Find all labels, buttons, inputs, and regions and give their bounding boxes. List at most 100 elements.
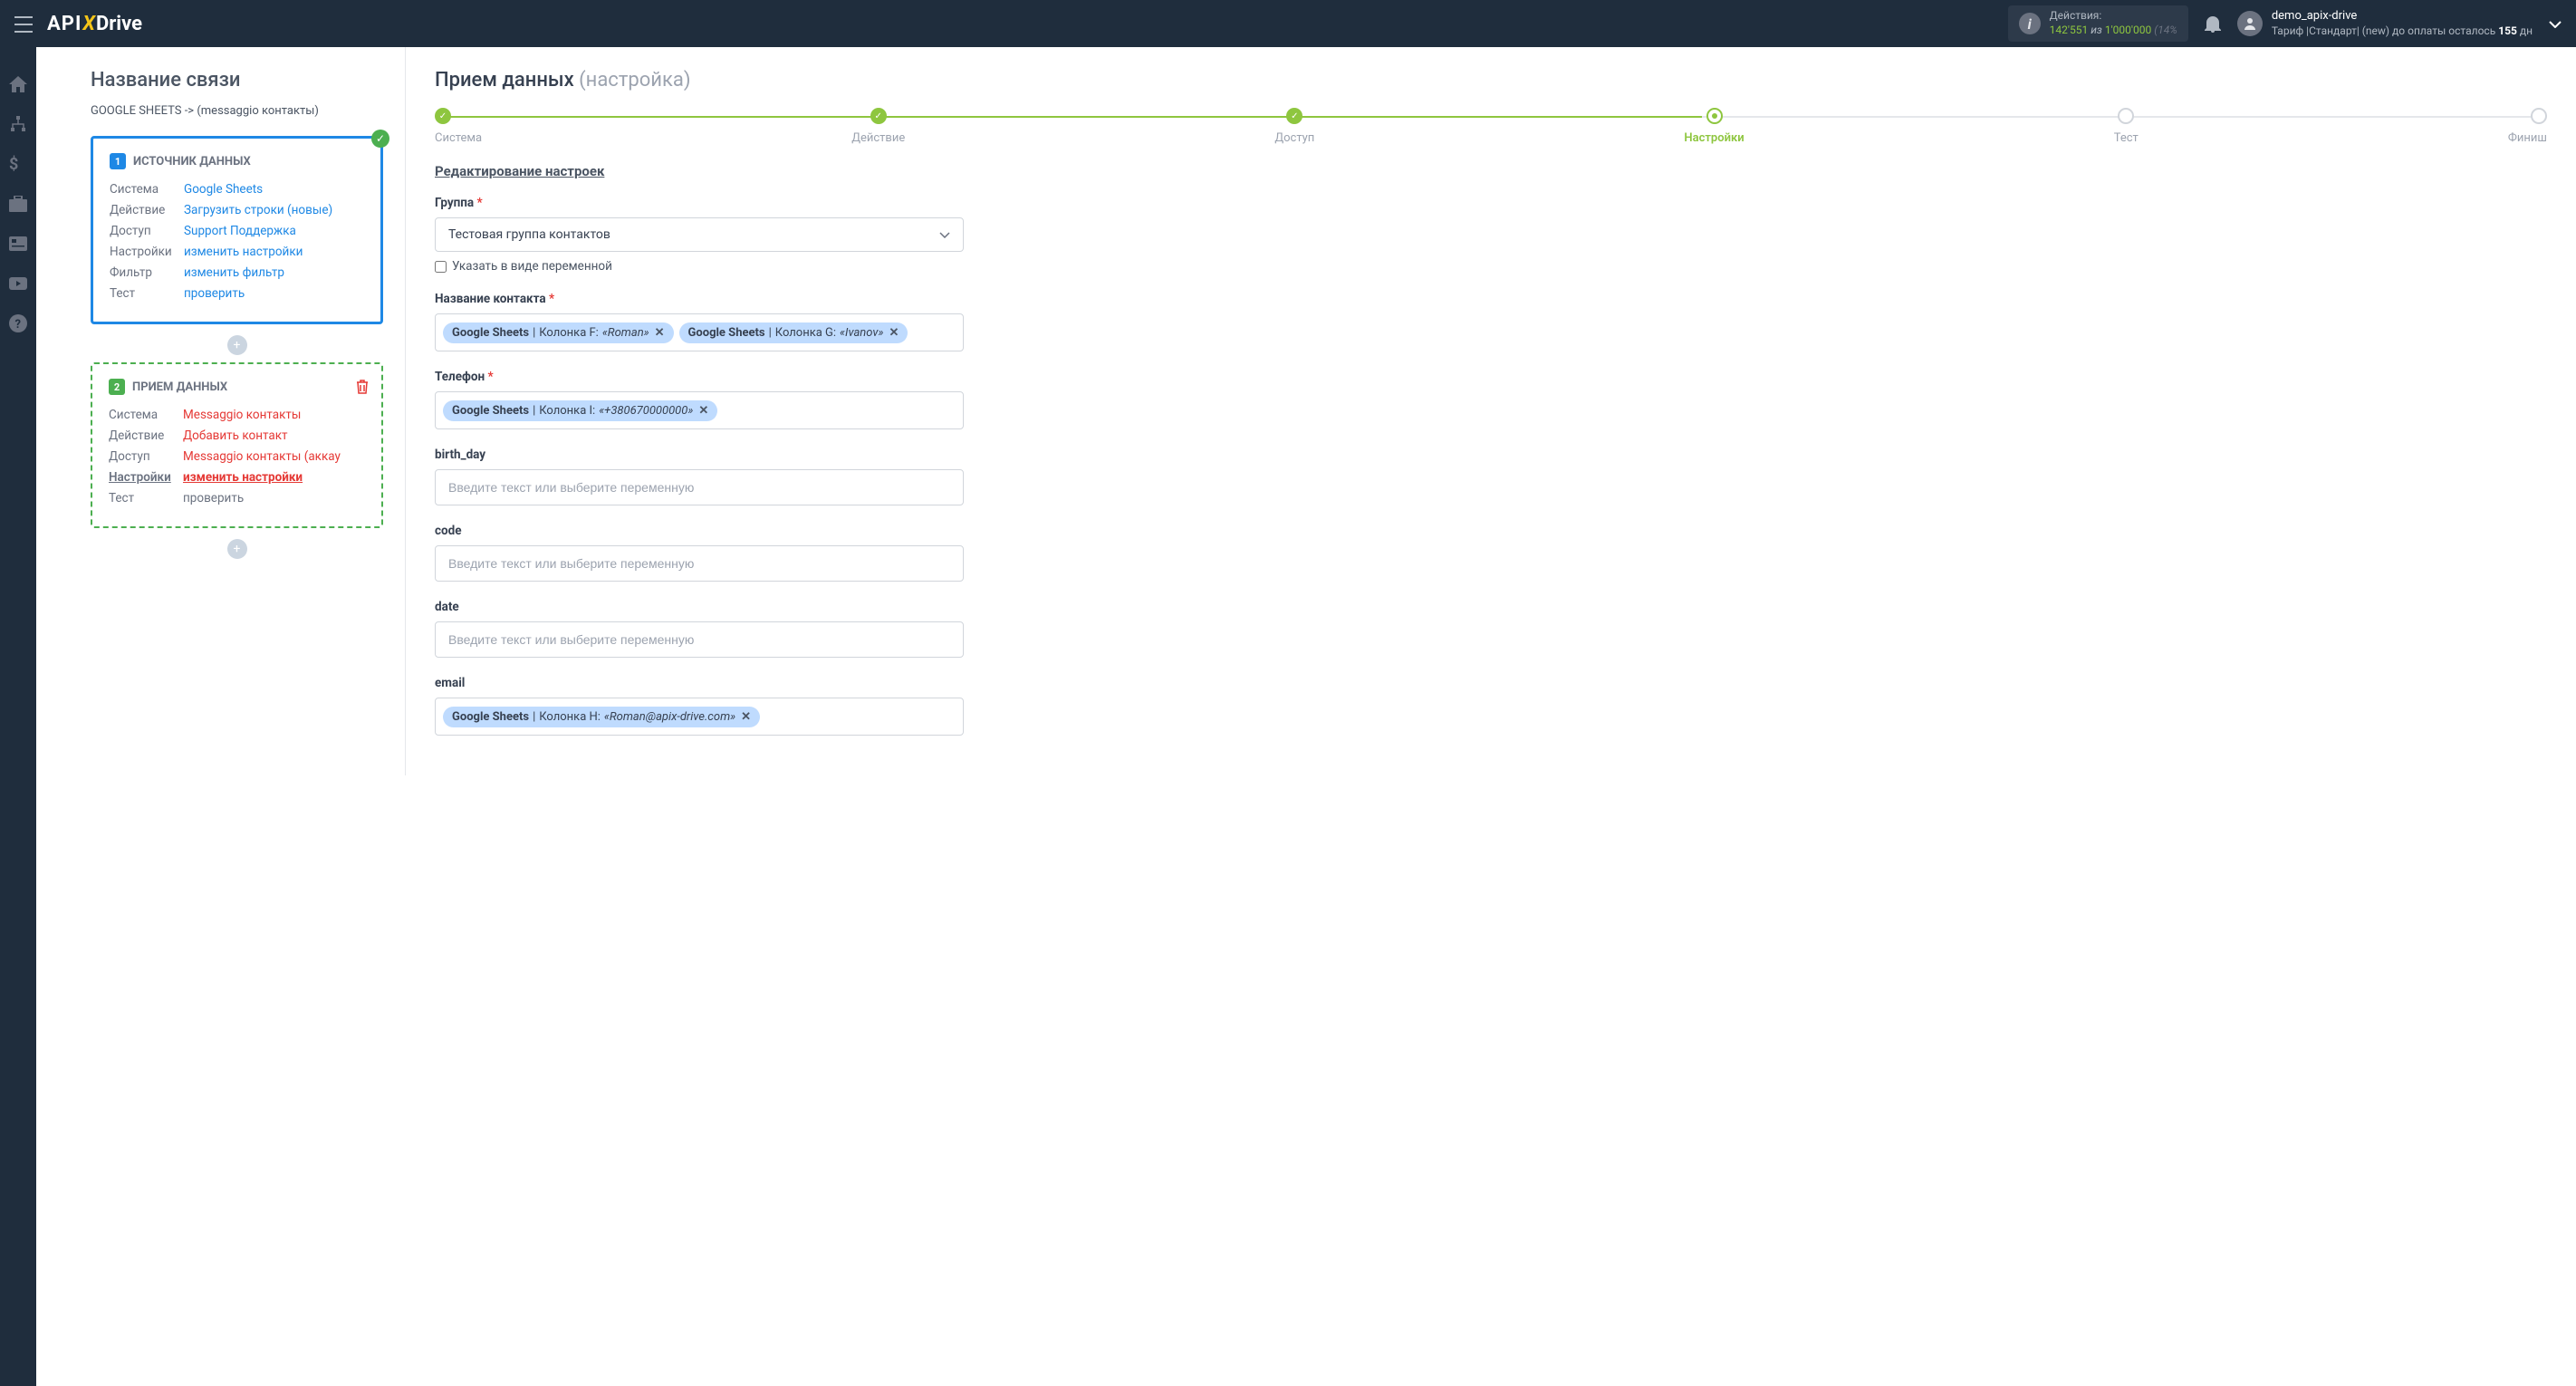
connection-title: Название связи (91, 69, 383, 91)
tag-input[interactable]: Google Sheets | Колонка I: «+38067000000… (435, 391, 964, 429)
block-row[interactable]: Настройкиизменить настройки (110, 245, 364, 259)
field-birth_day: birth_day (435, 448, 964, 505)
group-select[interactable]: Тестовая группа контактов (435, 217, 964, 252)
variable-checkbox[interactable] (435, 261, 447, 273)
step-Настройки[interactable]: Настройки (1684, 108, 1744, 145)
block-row-value[interactable]: Загрузить строки (новые) (184, 203, 332, 217)
block-row[interactable]: ДействиеДобавить контакт (109, 428, 365, 443)
step-label: Настройки (1684, 131, 1744, 145)
user-info: demo_apix-drive Тариф |Стандарт| (new) д… (2272, 9, 2533, 38)
logo-drive: Drive (96, 13, 142, 35)
required-mark: * (477, 196, 483, 210)
field-label: Название контакта * (435, 292, 964, 306)
add-after-button[interactable]: + (227, 539, 247, 559)
variable-tag[interactable]: Google Sheets | Колонка I: «+38067000000… (443, 400, 717, 421)
block-row-value[interactable]: Messaggio контакты (аккау (183, 449, 341, 464)
step-label: Тест (2114, 131, 2139, 145)
help-icon[interactable]: ? (9, 313, 27, 332)
field-Телефон: Телефон * Google Sheets | Колонка I: «+38… (435, 370, 964, 429)
block-row[interactable]: СистемаGoogle Sheets (110, 182, 364, 197)
step-Действие[interactable]: ✓ Действие (851, 108, 905, 145)
variable-tag[interactable]: Google Sheets | Колонка F: «Roman» ✕ (443, 322, 674, 343)
block-row-value[interactable]: проверить (183, 491, 244, 505)
block-row[interactable]: ДоступMessaggio контакты (аккау (109, 449, 365, 464)
tag-remove-icon[interactable]: ✕ (698, 404, 708, 418)
text-input[interactable] (435, 545, 964, 582)
step-Тест[interactable]: Тест (2114, 108, 2139, 145)
step-circle (2531, 108, 2547, 124)
step-Система[interactable]: ✓Система (435, 108, 482, 145)
block-row-value[interactable]: проверить (184, 286, 245, 301)
block-row-value[interactable]: Google Sheets (184, 182, 263, 197)
logo[interactable]: APIXDrive (47, 13, 142, 35)
variable-tag[interactable]: Google Sheets | Колонка H: «Roman@apix-d… (443, 707, 760, 727)
variable-tag[interactable]: Google Sheets | Колонка G: «Ivanov» ✕ (679, 322, 908, 343)
actions-label: Действия: (2050, 9, 2177, 24)
briefcase-icon[interactable] (9, 194, 27, 212)
svg-text:?: ? (15, 318, 21, 332)
text-input[interactable] (435, 469, 964, 505)
variable-checkbox-row[interactable]: Указать в виде переменной (435, 259, 964, 274)
step-Финиш[interactable]: Финиш (2508, 108, 2547, 145)
receive-block[interactable]: 2 ПРИЕМ ДАННЫХ СистемаMessaggio контакты… (91, 362, 383, 528)
step-label: Действие (851, 131, 905, 145)
text-input[interactable] (435, 621, 964, 658)
trash-icon[interactable] (356, 377, 369, 394)
field-Название контакта: Название контакта * Google Sheets | Колон… (435, 292, 964, 351)
block-row-value[interactable]: Messaggio контакты (183, 408, 301, 422)
card-icon[interactable] (9, 234, 27, 252)
block-number: 2 (109, 379, 125, 395)
header: APIXDrive i Действия: 142'551 из 1'000'0… (0, 0, 2576, 47)
youtube-icon[interactable] (9, 274, 27, 292)
block-row[interactable]: СистемаMessaggio контакты (109, 408, 365, 422)
step-Доступ[interactable]: ✓Доступ (1274, 108, 1314, 145)
block-row-value[interactable]: Support Поддержка (184, 224, 296, 238)
chevron-down-icon[interactable] (2549, 15, 2562, 33)
block-row-value[interactable]: изменить настройки (184, 245, 303, 259)
block-row-label: Настройки (110, 245, 184, 259)
chevron-down-icon (939, 227, 950, 242)
step-circle: ✓ (870, 108, 887, 124)
block-row[interactable]: ДействиеЗагрузить строки (новые) (110, 203, 364, 217)
user-tariff: Тариф |Стандарт| (new) до оплаты осталос… (2272, 24, 2533, 39)
tag-input[interactable]: Google Sheets | Колонка F: «Roman» ✕Goog… (435, 313, 964, 351)
block-row[interactable]: ДоступSupport Поддержка (110, 224, 364, 238)
hamburger-icon[interactable] (14, 14, 33, 33)
step-label: Финиш (2508, 131, 2547, 145)
receive-block-title: ПРИЕМ ДАННЫХ (132, 380, 227, 394)
group-label: Группа * (435, 196, 964, 210)
block-row-label: Система (110, 182, 184, 197)
block-row-label: Доступ (109, 449, 183, 464)
block-row[interactable]: Настройкиизменить настройки (109, 470, 365, 485)
block-row-value[interactable]: изменить настройки (183, 470, 303, 485)
block-row[interactable]: Тестпроверить (109, 491, 365, 505)
block-row-value[interactable]: Добавить контакт (183, 428, 288, 443)
block-row-label: Система (109, 408, 183, 422)
logo-x: X (82, 13, 95, 35)
block-row[interactable]: Тестпроверить (110, 286, 364, 301)
bell-icon[interactable] (2205, 14, 2221, 34)
check-icon: ✓ (371, 130, 389, 148)
field-code: code (435, 524, 964, 582)
field-label: code (435, 524, 964, 538)
tag-remove-icon[interactable]: ✕ (655, 326, 665, 340)
tag-remove-icon[interactable]: ✕ (741, 710, 751, 724)
source-block[interactable]: ✓ 1 ИСТОЧНИК ДАННЫХ СистемаGoogle Sheets… (91, 136, 383, 324)
page-title: Прием данных (настройка) (435, 69, 2547, 91)
connections-icon[interactable] (9, 114, 27, 132)
add-between-button[interactable]: + (227, 335, 247, 355)
actions-badge[interactable]: i Действия: 142'551 из 1'000'000 (14% (2008, 5, 2188, 41)
field-date: date (435, 600, 964, 658)
field-label: Телефон * (435, 370, 964, 384)
field-label: birth_day (435, 448, 964, 462)
dollar-icon[interactable]: $ (9, 154, 27, 172)
block-row-value[interactable]: изменить фильтр (184, 265, 284, 280)
home-icon[interactable] (9, 74, 27, 92)
step-circle: ✓ (435, 108, 451, 124)
stepper: ✓Система✓Действие✓ДоступНастройкиТестФин… (435, 108, 2547, 145)
block-row[interactable]: Фильтризменить фильтр (110, 265, 364, 280)
tag-remove-icon[interactable]: ✕ (889, 326, 899, 340)
user-block[interactable]: demo_apix-drive Тариф |Стандарт| (new) д… (2237, 9, 2533, 38)
tag-input[interactable]: Google Sheets | Колонка H: «Roman@apix-d… (435, 698, 964, 736)
page-title-sub: (настройка) (579, 69, 690, 91)
